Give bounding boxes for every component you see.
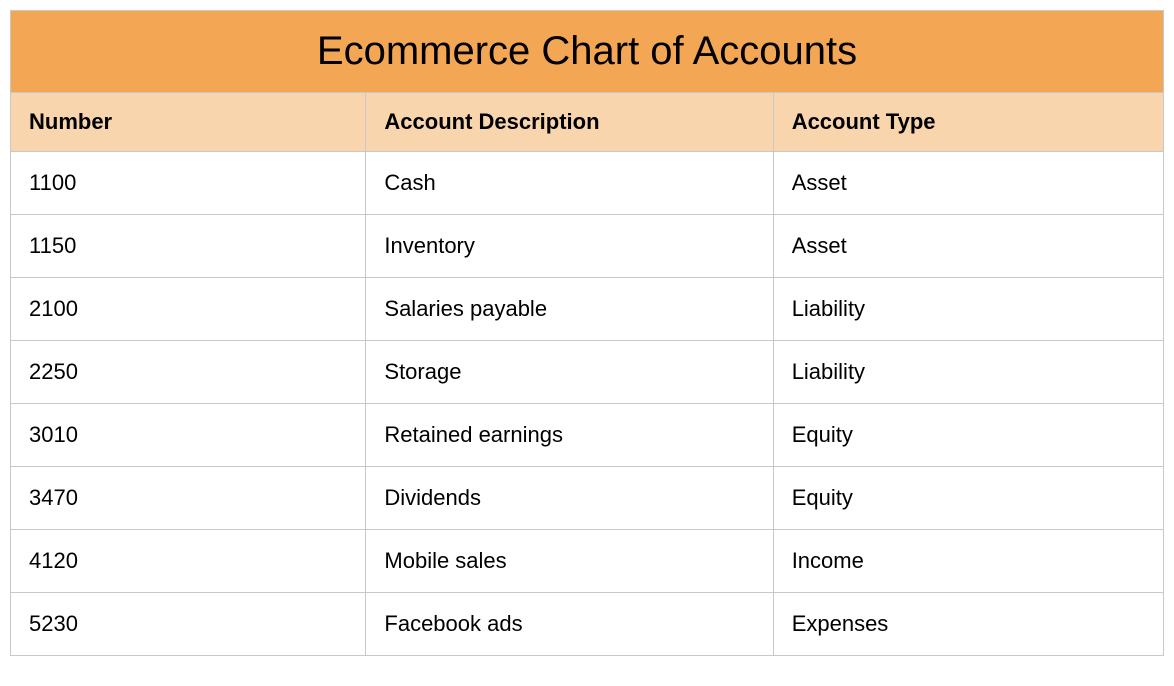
table-row: 1100CashAsset [11,152,1163,215]
cell-number: 1150 [11,215,366,277]
table-row: 4120Mobile salesIncome [11,530,1163,593]
cell-description: Storage [366,341,773,403]
cell-type: Liability [774,278,1163,340]
cell-number: 4120 [11,530,366,592]
table-row: 1150InventoryAsset [11,215,1163,278]
table-header-row: Number Account Description Account Type [11,93,1163,152]
table-row: 3010Retained earningsEquity [11,404,1163,467]
cell-description: Cash [366,152,773,214]
table-title: Ecommerce Chart of Accounts [11,11,1163,93]
cell-type: Equity [774,404,1163,466]
cell-description: Dividends [366,467,773,529]
cell-number: 2100 [11,278,366,340]
cell-description: Salaries payable [366,278,773,340]
column-header-type: Account Type [774,93,1163,151]
table-row: 2100Salaries payableLiability [11,278,1163,341]
table-row: 2250StorageLiability [11,341,1163,404]
column-header-number: Number [11,93,366,151]
cell-description: Mobile sales [366,530,773,592]
cell-type: Expenses [774,593,1163,655]
table-row: 3470DividendsEquity [11,467,1163,530]
cell-number: 1100 [11,152,366,214]
cell-description: Retained earnings [366,404,773,466]
cell-type: Asset [774,152,1163,214]
accounts-table: Ecommerce Chart of Accounts Number Accou… [10,10,1164,656]
cell-type: Equity [774,467,1163,529]
cell-type: Income [774,530,1163,592]
cell-number: 5230 [11,593,366,655]
cell-description: Facebook ads [366,593,773,655]
column-header-description: Account Description [366,93,773,151]
cell-number: 3470 [11,467,366,529]
cell-type: Liability [774,341,1163,403]
table-body: 1100CashAsset1150InventoryAsset2100Salar… [11,152,1163,655]
cell-number: 2250 [11,341,366,403]
cell-number: 3010 [11,404,366,466]
table-row: 5230Facebook adsExpenses [11,593,1163,655]
cell-type: Asset [774,215,1163,277]
cell-description: Inventory [366,215,773,277]
